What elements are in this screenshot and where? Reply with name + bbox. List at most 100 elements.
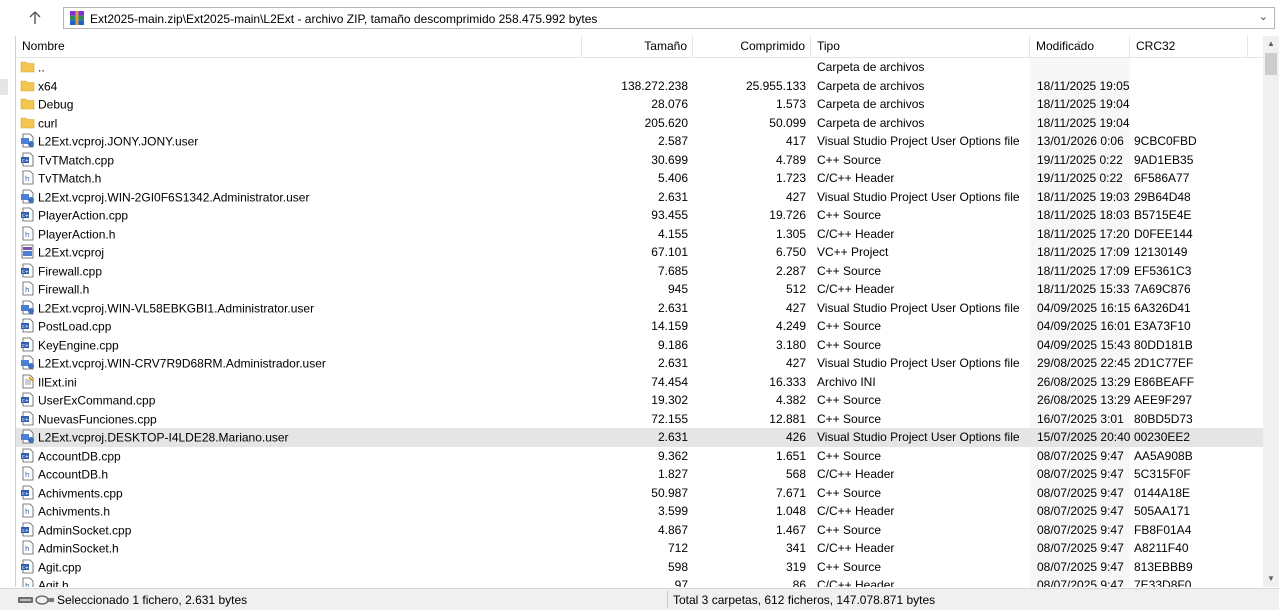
- row-name: AccountDB.cpp: [38, 449, 121, 464]
- row-name-cell: c+ PlayerAction.cpp: [20, 206, 580, 225]
- row-type: C++ Source: [817, 522, 882, 537]
- scroll-down-icon[interactable]: ▼: [1263, 571, 1279, 587]
- table-row[interactable]: c+ PostLoad.cpp 14.159 4.249 C++ Source 04/09…: [16, 317, 1263, 336]
- table-row[interactable]: c+ AdminSocket.cpp 4.867 1.467 C++ Source 08/…: [16, 521, 1263, 540]
- row-name: Achivments.h: [38, 504, 111, 519]
- table-row[interactable]: Debug 28.076 1.573 Carpeta de archivos 18/11…: [16, 95, 1263, 114]
- table-row[interactable]: h AccountDB.h 1.827 568 C/C++ Header 08/07/20…: [16, 465, 1263, 484]
- up-folder-button[interactable]: [22, 7, 48, 29]
- table-row[interactable]: curl 205.620 50.099 Carpeta de archivos 18/1…: [16, 114, 1263, 133]
- row-crc: 813EBBB9: [1134, 559, 1193, 574]
- row-crc: E3A73F10: [1134, 319, 1191, 333]
- folder-icon: [20, 96, 35, 111]
- scroll-up-icon[interactable]: ▲: [1263, 36, 1279, 52]
- pane-resize-handle[interactable]: [0, 79, 8, 95]
- row-size: 74.454: [651, 374, 688, 389]
- table-row[interactable]: h Firewall.h 945 512 C/C++ Header 18/11/2025 …: [16, 280, 1263, 299]
- table-row[interactable]: c+ KeyEngine.cpp 9.186 3.180 C++ Source 04/09…: [16, 336, 1263, 355]
- vcproj-file-icon: [20, 244, 35, 259]
- table-row[interactable]: c+ UserExCommand.cpp 19.302 4.382 C++ Source…: [16, 391, 1263, 410]
- h-file-icon: h: [20, 503, 35, 518]
- table-row[interactable]: IlExt.ini 74.454 16.333 Archivo INI 26/08/20…: [16, 373, 1263, 392]
- scrollbar-thumb[interactable]: [1265, 53, 1277, 75]
- table-row[interactable]: h Agit.h 97 86 C/C++ Header 08/07/2025 9:47 7E…: [16, 576, 1263, 587]
- row-crc: EF5361C3: [1134, 263, 1192, 278]
- row-size: 3.599: [657, 504, 688, 518]
- row-size: 945: [667, 282, 688, 296]
- vs-user-file-icon: [20, 300, 35, 315]
- row-name-cell: h Achivments.h: [20, 502, 580, 521]
- row-size: 2.631: [657, 189, 688, 204]
- table-row[interactable]: c+ PlayerAction.cpp 93.455 19.726 C++ Source…: [16, 206, 1263, 225]
- row-name-cell: h TvTMatch.h: [20, 169, 580, 188]
- table-row[interactable]: c+ NuevasFunciones.cpp 72.155 12.881 C++ Sou…: [16, 410, 1263, 429]
- row-type: Visual Studio Project User Options file: [817, 430, 1020, 444]
- row-name: AccountDB.h: [38, 467, 109, 482]
- row-name-cell: c+ Achivments.cpp: [20, 484, 580, 503]
- svg-text:c+: c+: [22, 417, 29, 423]
- table-row[interactable]: h TvTMatch.h 5.406 1.723 C/C++ Header 19/11/2…: [16, 169, 1263, 188]
- row-compressed: 50.099: [769, 115, 806, 130]
- row-compressed: 4.382: [775, 393, 806, 407]
- row-size: 205.620: [644, 115, 688, 130]
- row-size: 598: [667, 559, 688, 574]
- row-name: Firewall.h: [38, 282, 90, 297]
- table-row[interactable]: c+ Agit.cpp 598 319 C++ Source 08/07/2025 9:4…: [16, 558, 1263, 577]
- row-name-cell: L2Ext.vcproj.JONY.JONY.user: [20, 132, 580, 151]
- table-row[interactable]: L2Ext.vcproj.WIN-CRV7R9D68RM.Administrad…: [16, 354, 1263, 373]
- column-header-crc[interactable]: CRC32: [1130, 36, 1248, 57]
- row-name: L2Ext.vcproj.WIN-2GI0F6S1342.Administrat…: [38, 190, 310, 205]
- table-row[interactable]: c+ Achivments.cpp 50.987 7.671 C++ Source 08/…: [16, 484, 1263, 503]
- column-header-modified[interactable]: Modificado ⌄: [1030, 36, 1130, 57]
- table-row[interactable]: h AdminSocket.h 712 341 C/C++ Header 08/07/20…: [16, 539, 1263, 558]
- table-row[interactable]: c+ AccountDB.cpp 9.362 1.651 C++ Source 08/07…: [16, 447, 1263, 466]
- row-name-cell: L2Ext.vcproj.WIN-2GI0F6S1342.Administrat…: [20, 188, 580, 207]
- row-type: Archivo INI: [817, 374, 876, 389]
- h-file-icon: h: [20, 466, 35, 481]
- row-crc: 00230EE2: [1134, 430, 1191, 444]
- row-name-cell: c+ NuevasFunciones.cpp: [20, 410, 580, 429]
- status-bar: Seleccionado 1 fichero, 2.631 bytes Tota…: [0, 588, 1279, 610]
- table-row[interactable]: c+ Firewall.cpp 7.685 2.287 C++ Source 18/11/…: [16, 262, 1263, 281]
- row-size: [583, 58, 688, 77]
- vertical-scrollbar[interactable]: ▲ ▼: [1263, 36, 1279, 587]
- row-compressed: 417: [785, 134, 806, 148]
- table-row[interactable]: L2Ext.vcproj.DESKTOP-I4LDE28.Mariano.use…: [16, 428, 1263, 447]
- address-bar[interactable]: Ext2025-main.zip\Ext2025-main\L2Ext - ar…: [63, 7, 1275, 29]
- table-row[interactable]: L2Ext.vcproj.WIN-VL58EBKGBI1.Administrat…: [16, 299, 1263, 318]
- row-name: IlExt.ini: [38, 375, 77, 390]
- row-type: C/C++ Header: [817, 171, 895, 185]
- row-name-cell: c+ PostLoad.cpp: [20, 317, 580, 336]
- row-type: C++ Source: [817, 393, 882, 407]
- table-row[interactable]: h Achivments.h 3.599 1.048 C/C++ Header 08/07…: [16, 502, 1263, 521]
- chevron-down-icon[interactable]: ⌄: [1259, 10, 1268, 23]
- table-row[interactable]: .. Carpeta de archivos: [16, 58, 1263, 77]
- row-crc: 12130149: [1134, 245, 1188, 259]
- column-header-type[interactable]: Tipo: [811, 36, 1030, 57]
- row-type: Visual Studio Project User Options file: [817, 300, 1020, 315]
- row-name: ..: [38, 60, 45, 75]
- table-row[interactable]: L2Ext.vcproj.JONY.JONY.user 2.587 417 Visua…: [16, 132, 1263, 151]
- address-toolbar: Ext2025-main.zip\Ext2025-main\L2Ext - ar…: [0, 0, 1279, 36]
- table-row[interactable]: L2Ext.vcproj 67.101 6.750 VC++ Project 18/11…: [16, 243, 1263, 262]
- row-name: UserExCommand.cpp: [38, 393, 156, 408]
- table-row[interactable]: x64 138.272.238 25.955.133 Carpeta de archi…: [16, 77, 1263, 96]
- row-compressed: 1.723: [775, 171, 806, 185]
- column-header-size[interactable]: Tamaño: [582, 36, 693, 57]
- row-modified: 15/07/2025 20:40: [1037, 430, 1131, 444]
- row-crc: 9CBC0FBD: [1134, 134, 1197, 148]
- row-compressed: 3.180: [775, 337, 806, 352]
- column-header-name[interactable]: Nombre: [16, 36, 582, 57]
- row-type: Carpeta de archivos: [817, 97, 925, 111]
- row-size: 2.631: [657, 430, 688, 444]
- row-name-cell: L2Ext.vcproj: [20, 243, 580, 262]
- row-compressed: 1.048: [775, 504, 806, 518]
- table-row[interactable]: L2Ext.vcproj.WIN-2GI0F6S1342.Administrat…: [16, 188, 1263, 207]
- table-row[interactable]: c+ TvTMatch.cpp 30.699 4.789 C++ Source 19/11…: [16, 151, 1263, 170]
- row-size: 9.362: [657, 448, 688, 463]
- vs-user-file-icon: [20, 189, 35, 204]
- table-row[interactable]: h PlayerAction.h 4.155 1.305 C/C++ Header 18/…: [16, 225, 1263, 244]
- folder-up-icon: [20, 59, 35, 74]
- column-header-compressed[interactable]: Comprimido: [693, 36, 811, 57]
- row-modified: 19/11/2025 0:22: [1037, 152, 1123, 167]
